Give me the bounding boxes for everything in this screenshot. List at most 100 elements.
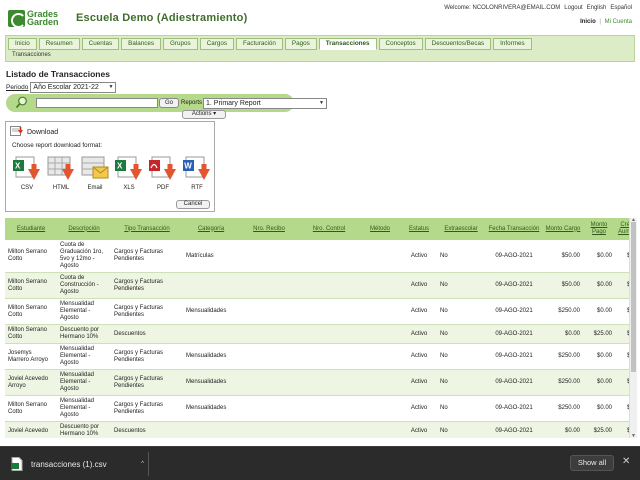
- downloaded-file-item[interactable]: transacciones (1).csv ^: [6, 451, 148, 477]
- cell-monto-pago: $0.00: [583, 343, 615, 370]
- cell-extraescolar: No: [437, 324, 485, 344]
- cell-monto-cargo: $0.00: [543, 421, 583, 438]
- cell-descripcion: Cuota de Graduación 1ro, 5vo y 12mo - Ag…: [57, 240, 111, 273]
- column-header-metodo[interactable]: Método: [359, 218, 401, 240]
- cell-estudiante: Joviel Acevedo: [5, 421, 57, 438]
- table-row[interactable]: Josemys Marrero Arroyo Mensualidad Elemen…: [5, 343, 629, 370]
- download-formats: X CSV HTML Email X XLS PDF W RTF: [10, 155, 214, 191]
- nav-tabs: Inicio Resumen Cuentas Balances Grupos C…: [8, 38, 532, 50]
- table-row[interactable]: Milton Serrano Cotto Descuento por Herman…: [5, 324, 629, 344]
- search-input[interactable]: [36, 98, 158, 108]
- column-header-monto-cargo[interactable]: Monto Cargo: [543, 218, 583, 240]
- format-html-button[interactable]: HTML: [44, 155, 78, 191]
- vertical-scrollbar[interactable]: ▲ ▼: [629, 217, 637, 439]
- espanol-link[interactable]: Español: [610, 5, 632, 11]
- subnav-transacciones[interactable]: Transacciones: [12, 52, 51, 58]
- column-header-tipo[interactable]: Tipo Transacción: [111, 218, 183, 240]
- cell-credito: $0.00: [615, 324, 629, 344]
- tab-cargos[interactable]: Cargos: [199, 38, 234, 50]
- school-name: Escuela Demo (Adiestramiento): [76, 12, 248, 24]
- column-header-descripcion[interactable]: Descripción: [57, 218, 111, 240]
- column-header-credito[interactable]: Crédito Aumento: [615, 218, 629, 240]
- transactions-table-wrapper[interactable]: Estudiante Descripción Tipo Transacción …: [5, 218, 629, 438]
- column-header-monto-pago[interactable]: Monto Pago: [583, 218, 615, 240]
- scroll-down-icon[interactable]: ▼: [631, 433, 636, 439]
- format-label: Email: [87, 185, 103, 191]
- cell-recibo: [239, 324, 299, 344]
- table-row[interactable]: Milton Serrano Cotto Cuota de Graduación …: [5, 240, 629, 273]
- format-email-button[interactable]: Email: [78, 155, 112, 191]
- cell-tipo: Cargos y Facturas Pendientes: [111, 369, 183, 396]
- cell-credito: $0.00: [615, 298, 629, 325]
- cell-categoria: Matrículas: [183, 240, 239, 273]
- tab-conceptos[interactable]: Conceptos: [378, 38, 423, 50]
- grades-garden-logo[interactable]: Grades Garden: [8, 8, 64, 28]
- main-nav: Inicio Resumen Cuentas Balances Grupos C…: [5, 35, 635, 62]
- chevron-down-icon: ▾: [213, 111, 217, 117]
- my-account-link[interactable]: Mi Cuenta: [605, 19, 632, 25]
- cell-categoria: [183, 421, 239, 438]
- tab-balances[interactable]: Balances: [121, 38, 162, 50]
- table-row[interactable]: Milton Serrano Cotto Mensualidad Elementa…: [5, 395, 629, 422]
- cell-extraescolar: No: [437, 421, 485, 438]
- format-label: RTF: [191, 185, 203, 191]
- column-header-categoria[interactable]: Categoría: [183, 218, 239, 240]
- download-title: Download: [27, 128, 59, 136]
- table-row[interactable]: Joviel Acevedo Descuento por Hermano 10% D…: [5, 421, 629, 438]
- column-header-estudiante[interactable]: Estudiante: [5, 218, 57, 240]
- table-row[interactable]: Joviel Acevedo Arroyo Mensualidad Element…: [5, 369, 629, 396]
- format-pdf-button[interactable]: PDF: [146, 155, 180, 191]
- cancel-button[interactable]: Cancel: [176, 200, 210, 209]
- tab-grupos[interactable]: Grupos: [163, 38, 198, 50]
- logout-link[interactable]: Logout: [564, 5, 582, 11]
- format-label: HTML: [52, 185, 70, 191]
- tab-inicio[interactable]: Inicio: [8, 38, 37, 50]
- tab-resumen[interactable]: Resumen: [38, 38, 80, 50]
- english-link[interactable]: English: [587, 5, 607, 11]
- cell-recibo: [239, 298, 299, 325]
- tab-descuentos-becas[interactable]: Descuentos/Becas: [424, 38, 492, 50]
- cell-fecha: 09-AGO-2021: [485, 369, 543, 396]
- home-link[interactable]: Inicio: [580, 19, 596, 25]
- cell-control: [299, 421, 359, 438]
- cell-credito: $0.00: [615, 421, 629, 438]
- cell-monto-cargo: $250.00: [543, 298, 583, 325]
- cell-descripcion: Cuota de Construcción - Agosto: [57, 272, 111, 299]
- download-panel: Download Choose report download format: …: [5, 121, 215, 212]
- cell-metodo: [359, 369, 401, 396]
- column-header-estatus[interactable]: Estatus: [401, 218, 437, 240]
- tab-cuentas[interactable]: Cuentas: [81, 38, 120, 50]
- cell-estudiante: Josemys Marrero Arroyo: [5, 343, 57, 370]
- show-all-button[interactable]: Show all: [570, 455, 614, 471]
- tab-facturacion[interactable]: Facturación: [236, 38, 283, 50]
- table-row[interactable]: Milton Serrano Cotto Mensualidad Elementa…: [5, 298, 629, 325]
- column-header-recibo[interactable]: Nro. Recibo: [239, 218, 299, 240]
- column-header-control[interactable]: Nro. Control: [299, 218, 359, 240]
- format-csv-button[interactable]: X CSV: [10, 155, 44, 191]
- tab-informes[interactable]: Informes: [493, 38, 532, 50]
- cell-recibo: [239, 421, 299, 438]
- chevron-up-icon[interactable]: ^: [141, 461, 144, 467]
- cell-fecha: 09-AGO-2021: [485, 240, 543, 273]
- column-header-extraescolar[interactable]: Extraescolar: [437, 218, 485, 240]
- tab-pagos[interactable]: Pagos: [284, 38, 317, 50]
- close-icon[interactable]: ✕: [622, 455, 630, 469]
- cell-credito: $0.00: [615, 272, 629, 299]
- go-button[interactable]: Go: [159, 98, 179, 108]
- scrollbar-thumb[interactable]: [631, 222, 636, 372]
- cell-monto-pago: $0.00: [583, 272, 615, 299]
- cell-monto-cargo: $250.00: [543, 343, 583, 370]
- cell-descripcion: Mensualidad Elemental - Agosto: [57, 395, 111, 422]
- actions-button[interactable]: Actions ▾: [182, 110, 226, 119]
- reports-select[interactable]: 1. Primary Report ▼: [203, 98, 327, 109]
- actions-label: Actions: [191, 111, 212, 117]
- column-header-fecha[interactable]: Fecha Transacción: [485, 218, 543, 240]
- format-rtf-button[interactable]: W RTF: [180, 155, 214, 191]
- tab-transacciones[interactable]: Transacciones: [318, 38, 377, 50]
- cell-monto-pago: $0.00: [583, 298, 615, 325]
- cell-metodo: [359, 298, 401, 325]
- table-row[interactable]: Milton Serrano Cotto Cuota de Construcció…: [5, 272, 629, 299]
- format-xls-button[interactable]: X XLS: [112, 155, 146, 191]
- cell-tipo: Descuentos: [111, 421, 183, 438]
- periodo-select[interactable]: Año Escolar 2021-22 ▼: [30, 82, 117, 93]
